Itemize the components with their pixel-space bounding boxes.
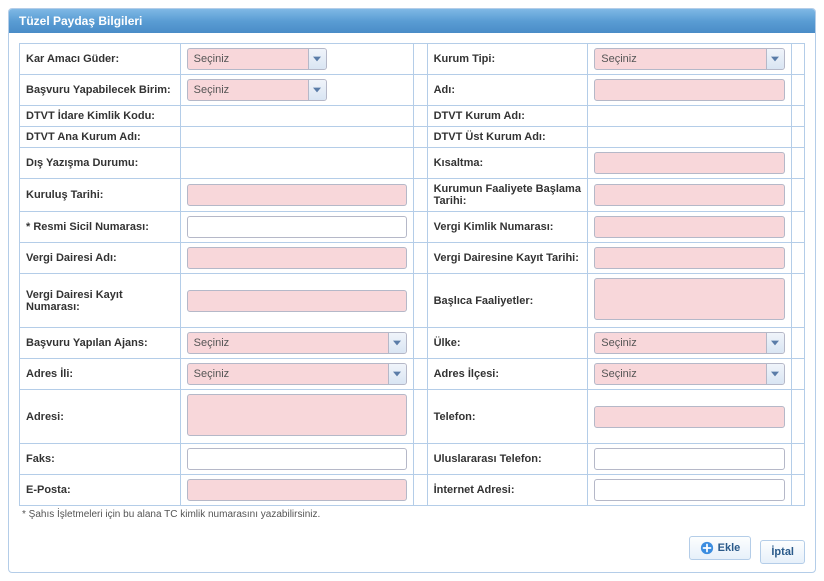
label-adres-ili: Adres İli:	[20, 359, 181, 390]
iptal-label: İptal	[771, 546, 794, 558]
label-adres-ilcesi: Adres İlçesi:	[427, 359, 588, 390]
dropdown-arrow-icon	[388, 333, 406, 353]
kisaltma-input[interactable]	[594, 152, 785, 174]
faaliyet-baslama-input[interactable]	[594, 184, 785, 206]
form-table: Kar Amacı Güder: Seçiniz Kurum Tipi: Seç…	[19, 43, 805, 506]
label-telefon: Telefon:	[427, 390, 588, 444]
label-kurulus-tarihi: Kuruluş Tarihi:	[20, 179, 181, 212]
basvuru-birimi-select[interactable]: Seçiniz	[187, 79, 327, 101]
footer-bar: Ekle İptal	[9, 530, 815, 572]
label-vergi-kayit-no: Vergi Dairesi Kayıt Numarası:	[20, 274, 181, 328]
basvuru-birimi-value: Seçiniz	[188, 84, 308, 96]
vergi-dairesi-adi-input[interactable]	[187, 247, 407, 269]
label-faks: Faks:	[20, 444, 181, 475]
dropdown-arrow-icon	[308, 80, 326, 100]
adres-ilcesi-value: Seçiniz	[595, 368, 766, 380]
panel-title: Tüzel Paydaş Bilgileri	[19, 14, 142, 28]
label-adresi: Adresi:	[20, 390, 181, 444]
resmi-sicil-input[interactable]	[187, 216, 407, 238]
adi-input[interactable]	[594, 79, 785, 101]
ekle-label: Ekle	[718, 542, 741, 554]
plus-icon	[700, 541, 714, 555]
label-dtvt-idare: DTVT İdare Kimlik Kodu:	[20, 106, 181, 127]
baslica-faaliyetler-textarea[interactable]	[594, 278, 785, 320]
dropdown-arrow-icon	[766, 364, 784, 384]
vergi-kayit-no-input[interactable]	[187, 290, 407, 312]
adres-ili-value: Seçiniz	[188, 368, 388, 380]
dropdown-arrow-icon	[308, 49, 326, 69]
label-dtvt-kurum: DTVT Kurum Adı:	[427, 106, 588, 127]
basvuru-ajans-select[interactable]: Seçiniz	[187, 332, 407, 354]
adres-ili-select[interactable]: Seçiniz	[187, 363, 407, 385]
label-basvuru-birimi: Başvuru Yapabilecek Birim:	[20, 75, 181, 106]
label-eposta: E-Posta:	[20, 475, 181, 506]
kurum-tipi-value: Seçiniz	[595, 53, 766, 65]
label-ulke: Ülke:	[427, 328, 588, 359]
kurum-tipi-select[interactable]: Seçiniz	[594, 48, 785, 70]
dropdown-arrow-icon	[766, 49, 784, 69]
adresi-textarea[interactable]	[187, 394, 407, 436]
label-vergi-dairesi-adi: Vergi Dairesi Adı:	[20, 243, 181, 274]
panel-header: Tüzel Paydaş Bilgileri	[9, 9, 815, 33]
label-dis-yazisma: Dış Yazışma Durumu:	[20, 148, 181, 179]
vergi-kayit-tarihi-input[interactable]	[594, 247, 785, 269]
label-kurum-tipi: Kurum Tipi:	[427, 44, 588, 75]
label-dtvt-ana: DTVT Ana Kurum Adı:	[20, 127, 181, 148]
kar-amaci-value: Seçiniz	[188, 53, 308, 65]
label-vergi-kimlik: Vergi Kimlik Numarası:	[427, 212, 588, 243]
eposta-input[interactable]	[187, 479, 407, 501]
faks-input[interactable]	[187, 448, 407, 470]
dropdown-arrow-icon	[388, 364, 406, 384]
label-faaliyet-baslama: Kurumun Faaliyete Başlama Tarihi:	[427, 179, 588, 212]
label-vergi-kayit-tarihi: Vergi Dairesine Kayıt Tarihi:	[427, 243, 588, 274]
label-basvuru-ajans: Başvuru Yapılan Ajans:	[20, 328, 181, 359]
footnote-text: * Şahıs İşletmeleri için bu alana TC kim…	[19, 506, 805, 520]
label-internet-adresi: İnternet Adresi:	[427, 475, 588, 506]
ulke-select[interactable]: Seçiniz	[594, 332, 785, 354]
label-adi: Adı:	[427, 75, 588, 106]
vergi-kimlik-input[interactable]	[594, 216, 785, 238]
dropdown-arrow-icon	[766, 333, 784, 353]
legal-stakeholder-panel: Tüzel Paydaş Bilgileri Kar Amacı Güder: …	[8, 8, 816, 573]
kar-amaci-select[interactable]: Seçiniz	[187, 48, 327, 70]
internet-adresi-input[interactable]	[594, 479, 785, 501]
label-baslica-faaliyetler: Başlıca Faaliyetler:	[427, 274, 588, 328]
adres-ilcesi-select[interactable]: Seçiniz	[594, 363, 785, 385]
telefon-input[interactable]	[594, 406, 785, 428]
iptal-button[interactable]: İptal	[760, 540, 805, 564]
ekle-button[interactable]: Ekle	[689, 536, 752, 560]
label-uluslararasi-tel: Uluslararası Telefon:	[427, 444, 588, 475]
basvuru-ajans-value: Seçiniz	[188, 337, 388, 349]
ulke-value: Seçiniz	[595, 337, 766, 349]
label-dtvt-ust: DTVT Üst Kurum Adı:	[427, 127, 588, 148]
uluslararasi-tel-input[interactable]	[594, 448, 785, 470]
kurulus-tarihi-input[interactable]	[187, 184, 407, 206]
label-kisaltma: Kısaltma:	[427, 148, 588, 179]
label-resmi-sicil: * Resmi Sicil Numarası:	[20, 212, 181, 243]
label-kar-amaci: Kar Amacı Güder:	[20, 44, 181, 75]
